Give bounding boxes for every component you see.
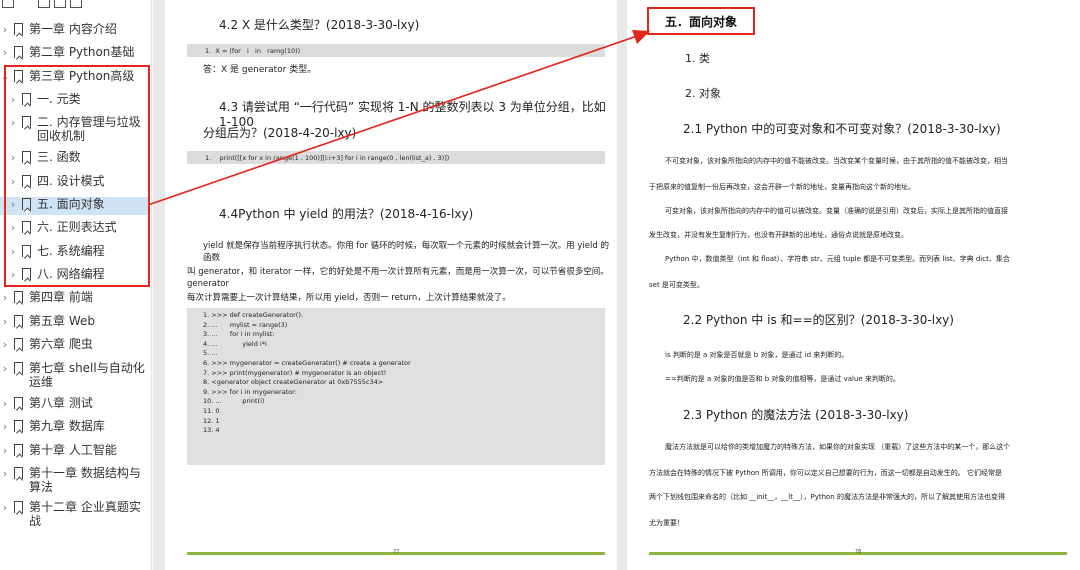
toc-item-label: 第二章 Python基础 bbox=[29, 45, 135, 59]
code-block-4-4: 1. >>> def createGenerator(): 2. ... myl… bbox=[187, 308, 605, 465]
toc-item[interactable]: › 第五章 Web bbox=[0, 314, 150, 332]
toc-item-label: 第一章 内容介绍 bbox=[29, 22, 117, 36]
toc-item[interactable]: › 第二章 Python基础 bbox=[0, 45, 150, 63]
bookmark-tool-icon[interactable] bbox=[70, 0, 82, 8]
toc-item-label: 第六章 爬虫 bbox=[29, 337, 93, 351]
subsection-class: 1. 类 bbox=[685, 52, 710, 65]
subsection-object: 2. 对象 bbox=[685, 87, 721, 100]
bookmark-icon bbox=[14, 23, 23, 35]
paragraph-2-3-line2: 方法就会在特殊的情况下被 Python 所调用，你可以定义自己想要的行为，而这一… bbox=[649, 469, 1002, 477]
toc-item[interactable]: › 第七章 shell与自动化运维 bbox=[0, 361, 150, 391]
sidebar-toolbar bbox=[0, 0, 151, 10]
toc-sidebar: › 第一章 内容介绍 › 第二章 Python基础 ⌄ 第三章 Python高级 › 一. 元… bbox=[0, 0, 152, 570]
annotation-highlight-box bbox=[4, 65, 150, 287]
toc-item[interactable]: › 第四章 前端 bbox=[0, 290, 150, 308]
toc-item[interactable]: › 第六章 爬虫 bbox=[0, 337, 150, 355]
code-block-4-2: 1. X = (for i in ramg(10)) bbox=[187, 44, 605, 57]
toc-item[interactable]: › 第一章 内容介绍 bbox=[0, 22, 150, 40]
page-number: 77 bbox=[393, 549, 400, 555]
bookmark-icon bbox=[14, 397, 23, 409]
toc-item-label: 第五章 Web bbox=[29, 314, 95, 328]
bookmark-icon bbox=[14, 46, 23, 58]
heading-2-3: 2.3 Python 的魔法方法 (2018-3-30-lxy) bbox=[683, 408, 909, 422]
bookmark-icon bbox=[14, 291, 23, 303]
page-77: 4.2 X 是什么类型？(2018-3-30-lxy) 1. X = (for … bbox=[165, 0, 617, 570]
paragraph-4-4-line3: 每次计算需要上一次计算结果，所以用 yield，否则一 return，上次计算结… bbox=[187, 293, 511, 303]
heading-4-3-line2: 分组后为？(2018-4-20-lxy) bbox=[203, 126, 357, 140]
page-number: 78 bbox=[855, 549, 862, 555]
paragraph-2-1-line4: 发生改变，并没有发生复制行为，也没有开辟新的出地址，通俗点说就是原地改变。 bbox=[649, 231, 908, 239]
chevron-right-icon[interactable]: › bbox=[0, 23, 10, 37]
bookmark-icon bbox=[14, 362, 23, 374]
toc-item-label: 第九章 数据库 bbox=[29, 419, 105, 433]
page-78: 五．面向对象 1. 类 2. 对象 2.1 Python 中的可变对象和不可变对… bbox=[627, 0, 1080, 570]
answer-4-2: 答：X 是 generator 类型。 bbox=[203, 65, 317, 75]
toc-item[interactable]: › 第十一章 数据结构与算法 bbox=[0, 466, 150, 496]
toc-item[interactable]: › 第九章 数据库 bbox=[0, 419, 150, 437]
toc-item-label: 第十一章 数据结构与算法 bbox=[29, 466, 141, 494]
chevron-right-icon[interactable]: › bbox=[0, 444, 10, 458]
toc-item-label: 第十章 人工智能 bbox=[29, 443, 117, 457]
toc-item-label: 第八章 测试 bbox=[29, 396, 93, 410]
chevron-right-icon[interactable]: › bbox=[0, 315, 10, 329]
bookmark-icon bbox=[14, 467, 23, 479]
paragraph-2-1-line5: Python 中，数值类型（int 和 float）、字符串 str、元组 tu… bbox=[665, 255, 1010, 263]
paragraph-2-2-line2: ==判断的是 a 对象的值是否和 b 对象的值相等，是通过 value 来判断的… bbox=[665, 375, 900, 383]
bookmark-tool-icon[interactable] bbox=[38, 0, 50, 8]
toc-item-label: 第七章 shell与自动化运维 bbox=[29, 361, 145, 389]
paragraph-2-1-line2: 于把原来的值复制一份后再改变，这会开辟一个新的地址，变量再指向这个新的地址。 bbox=[649, 183, 915, 191]
chevron-right-icon[interactable]: › bbox=[0, 338, 10, 352]
paragraph-4-4-line2: 叫 generator，和 iterator 一样，它的好处是不用一次计算所有元… bbox=[187, 267, 609, 289]
bookmark-icon bbox=[14, 444, 23, 456]
paragraph-2-1-line6: set 是可变类型。 bbox=[649, 281, 704, 289]
paragraph-2-3-line3: 两个下划线包围来命名的（比如 __init__，__lt__），Python 的… bbox=[649, 493, 1005, 501]
toc-item-label: 第四章 前端 bbox=[29, 290, 93, 304]
bookmark-icon bbox=[14, 501, 23, 513]
bookmark-icon bbox=[14, 420, 23, 432]
paragraph-2-3-line1: 魔法方法就是可以给你的类增加魔力的特殊方法，如果你的对象实现 （重载）了这些方法… bbox=[665, 443, 1011, 451]
toc-item[interactable]: › 第八章 测试 bbox=[0, 396, 150, 414]
bookmark-icon bbox=[14, 338, 23, 350]
heading-2-1: 2.1 Python 中的可变对象和不可变对象？(2018-3-30-lxy) bbox=[683, 122, 1001, 136]
chevron-right-icon[interactable]: › bbox=[0, 501, 10, 515]
bookmark-icon bbox=[14, 315, 23, 327]
chevron-right-icon[interactable]: › bbox=[0, 420, 10, 434]
toc-item-label: 第十二章 企业真题实战 bbox=[29, 500, 141, 528]
paragraph-4-4-line1: yield 就是保存当前程序执行状态。你用 for 循环的时候，每次取一个元素的… bbox=[203, 241, 609, 263]
chevron-right-icon[interactable]: › bbox=[0, 397, 10, 411]
paragraph-2-1-line3: 可变对象，该对象所指向的内存中的值可以被改变。变量（准确的说是引用）改变后，实际… bbox=[665, 207, 1008, 215]
heading-4-4: 4.4Python 中 yield 的用法？(2018-4-16-lxy) bbox=[219, 207, 474, 221]
chevron-right-icon[interactable]: › bbox=[0, 467, 10, 481]
toc-item[interactable]: › 第十二章 企业真题实战 bbox=[0, 500, 150, 530]
bookmark-tool-icon[interactable] bbox=[54, 0, 66, 8]
chevron-right-icon[interactable]: › bbox=[0, 291, 10, 305]
paragraph-2-3-line4: 尤为重要！ bbox=[649, 519, 684, 527]
chevron-right-icon[interactable]: › bbox=[0, 46, 10, 60]
chevron-right-icon[interactable]: › bbox=[0, 362, 10, 376]
section-title: 五．面向对象 bbox=[647, 7, 755, 35]
code-block-4-3: 1. print([[x for x in range(1 , 100)][i:… bbox=[187, 151, 605, 164]
paragraph-2-1-line1: 不可变对象，该对象所指向的内存中的值不能被改变。当改变某个变量时候，由于其所指的… bbox=[665, 157, 1008, 165]
toc-item[interactable]: › 第十章 人工智能 bbox=[0, 443, 150, 461]
heading-2-2: 2.2 Python 中 is 和==的区别？(2018-3-30-lxy) bbox=[683, 313, 954, 327]
paragraph-2-2-line1: is 判断的是 a 对象是否就是 b 对象，是通过 id 来判断的。 bbox=[665, 351, 849, 359]
sidebar-tool-icon[interactable] bbox=[2, 0, 14, 8]
heading-4-2: 4.2 X 是什么类型？(2018-3-30-lxy) bbox=[219, 18, 420, 32]
